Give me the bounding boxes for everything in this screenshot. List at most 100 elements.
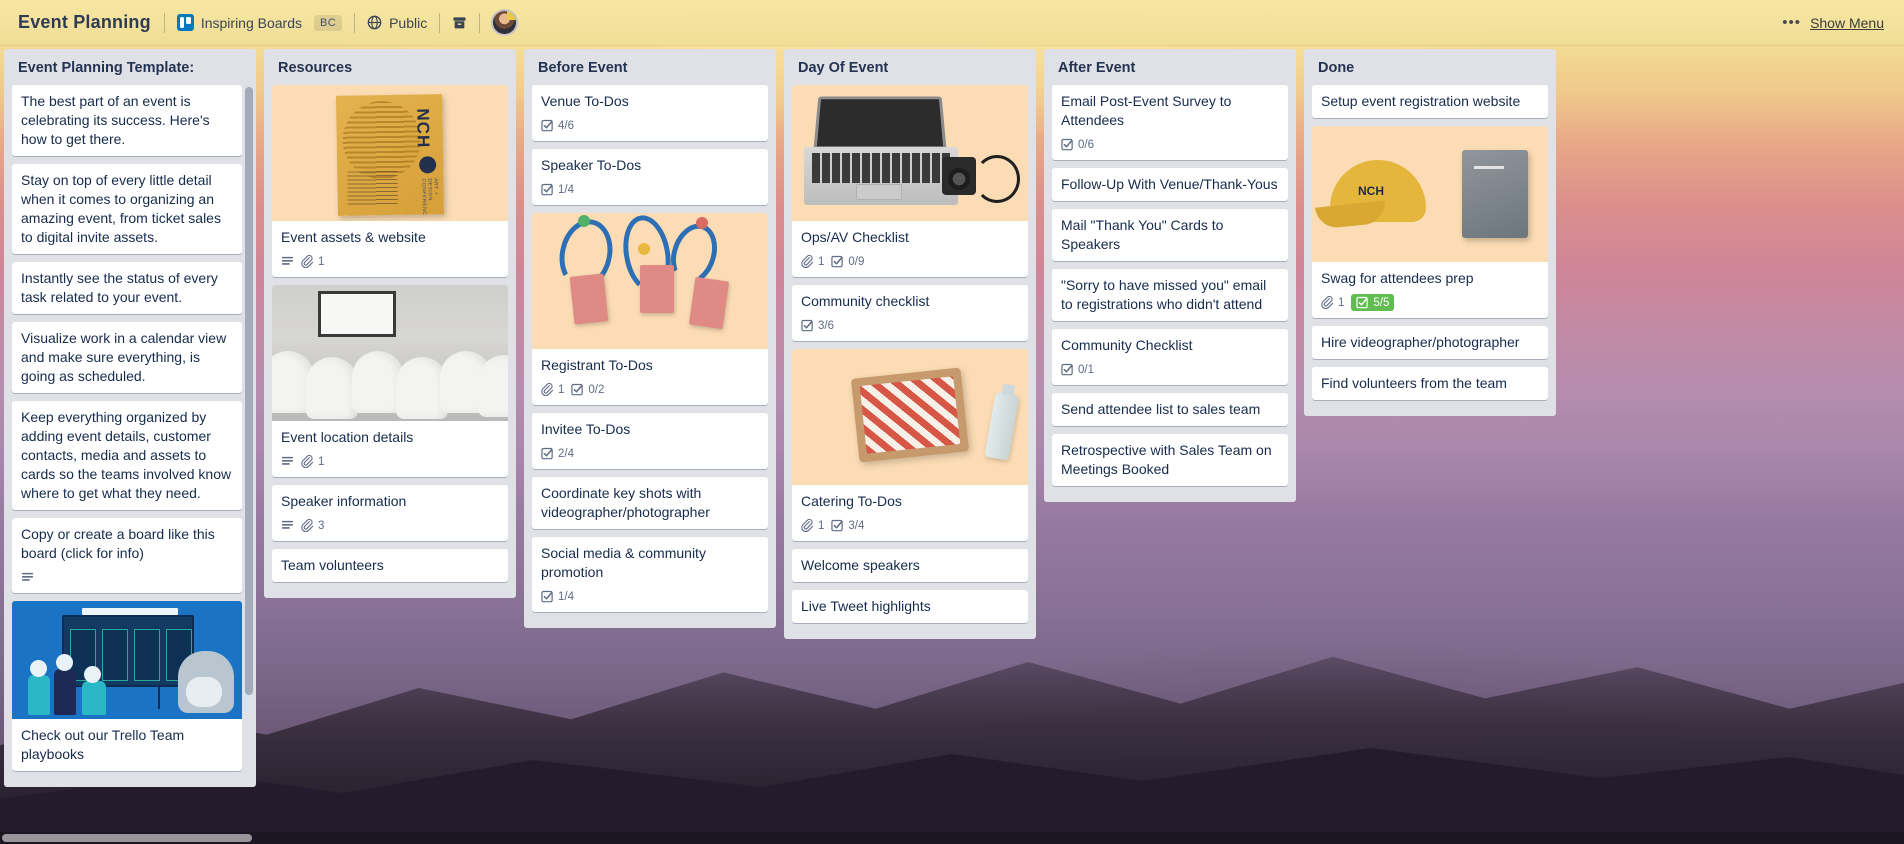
card[interactable]: Community checklist 3/6 xyxy=(792,285,1028,341)
card-badges: 3 xyxy=(281,517,499,534)
attachment-count: 1 xyxy=(318,455,325,468)
card[interactable]: Venue To-Dos 4/6 xyxy=(532,85,768,141)
card-list: Setup event registration website NCH Swag … xyxy=(1304,85,1556,416)
card-title: Retrospective with Sales Team on Meeting… xyxy=(1061,442,1272,477)
more-options-icon[interactable]: ••• xyxy=(1782,14,1801,31)
card[interactable]: Team volunteers xyxy=(272,549,508,582)
list-column: Resources NCH ART + DESIGN CONFERENCE Event… xyxy=(264,49,516,598)
header-right-group: ••• Show Menu xyxy=(1782,14,1890,31)
page-title[interactable]: Event Planning xyxy=(14,12,161,33)
checklist-icon xyxy=(831,519,844,532)
list-column: Done Setup event registration website NCH S… xyxy=(1304,49,1556,416)
card[interactable]: Keep everything organized by adding even… xyxy=(12,401,242,510)
card[interactable]: Event location details 1 xyxy=(272,285,508,477)
attachment-badge: 1 xyxy=(801,253,826,270)
card[interactable]: Check out our Trello Team playbooks xyxy=(12,601,242,771)
checklist-icon xyxy=(1061,363,1074,376)
show-menu-button[interactable]: Show Menu xyxy=(1810,15,1884,31)
checklist-icon xyxy=(571,383,584,396)
card[interactable]: NCH Swag for attendees prep 1 5/5 xyxy=(1312,126,1548,318)
card[interactable]: Instantly see the status of every task r… xyxy=(12,262,242,314)
checklist-badge: 1/4 xyxy=(541,181,576,198)
card[interactable]: Ops/AV Checklist 1 0/9 xyxy=(792,85,1028,277)
card-title: Community Checklist xyxy=(1061,337,1193,353)
card-title: Event location details xyxy=(281,429,414,445)
attachment-icon xyxy=(541,383,554,396)
card[interactable]: Registrant To-Dos 1 0/2 xyxy=(532,213,768,405)
team-button[interactable]: Inspiring Boards BC xyxy=(168,9,351,36)
card[interactable]: Catering To-Dos 1 3/4 xyxy=(792,349,1028,541)
card[interactable]: Community Checklist 0/1 xyxy=(1052,329,1288,385)
list-scrollbar[interactable] xyxy=(245,87,253,695)
visibility-button[interactable]: Public xyxy=(358,10,436,36)
card[interactable]: Mail "Thank You" Cards to Speakers xyxy=(1052,209,1288,261)
card-body: Check out our Trello Team playbooks xyxy=(12,719,242,771)
card-body: Event assets & website 1 xyxy=(272,221,508,277)
card[interactable]: NCH ART + DESIGN CONFERENCE Event assets &… xyxy=(272,85,508,277)
card[interactable]: Speaker information 3 xyxy=(272,485,508,541)
list-title[interactable]: Day Of Event xyxy=(784,49,1036,85)
card-body: "Sorry to have missed you" email to regi… xyxy=(1052,269,1288,321)
list-title[interactable]: Done xyxy=(1304,49,1556,85)
archive-button[interactable] xyxy=(443,11,476,35)
list-column: Event Planning Template: The best part of… xyxy=(4,49,256,787)
card[interactable]: Setup event registration website xyxy=(1312,85,1548,118)
card-body: Visualize work in a calendar view and ma… xyxy=(12,322,242,393)
card-body: Mail "Thank You" Cards to Speakers xyxy=(1052,209,1288,261)
card[interactable]: Invitee To-Dos 2/4 xyxy=(532,413,768,469)
card-badges: 4/6 xyxy=(541,117,759,134)
checklist-icon xyxy=(541,183,554,196)
card[interactable]: Retrospective with Sales Team on Meeting… xyxy=(1052,434,1288,486)
card[interactable]: Send attendee list to sales team xyxy=(1052,393,1288,426)
card-body: Send attendee list to sales team xyxy=(1052,393,1288,426)
card-cover-image xyxy=(272,285,508,421)
card-body: Coordinate key shots with videographer/p… xyxy=(532,477,768,529)
card-body: Ops/AV Checklist 1 0/9 xyxy=(792,221,1028,277)
card-title: "Sorry to have missed you" email to regi… xyxy=(1061,277,1267,312)
card[interactable]: Stay on top of every little detail when … xyxy=(12,164,242,254)
card-badges: 1/4 xyxy=(541,588,759,605)
card-body: Speaker To-Dos 1/4 xyxy=(532,149,768,205)
list-title[interactable]: Resources xyxy=(264,49,516,85)
card[interactable]: The best part of an event is celebrating… xyxy=(12,85,242,156)
card[interactable]: Welcome speakers xyxy=(792,549,1028,582)
list-column: Day Of Event Ops/AV Checklist 1 0/9 Communit… xyxy=(784,49,1036,639)
card[interactable]: Copy or create a board like this board (… xyxy=(12,518,242,593)
card-body: Instantly see the status of every task r… xyxy=(12,262,242,314)
card[interactable]: Live Tweet highlights xyxy=(792,590,1028,623)
card-body: Event location details 1 xyxy=(272,421,508,477)
card[interactable]: Email Post-Event Survey to Attendees 0/6 xyxy=(1052,85,1288,160)
card[interactable]: Find volunteers from the team xyxy=(1312,367,1548,400)
card[interactable]: Coordinate key shots with videographer/p… xyxy=(532,477,768,529)
card-body: Catering To-Dos 1 3/4 xyxy=(792,485,1028,541)
card[interactable]: Social media & community promotion 1/4 xyxy=(532,537,768,612)
attachment-badge: 1 xyxy=(1321,294,1346,311)
description-badge xyxy=(21,569,36,586)
horizontal-scrollbar[interactable] xyxy=(0,832,1904,844)
card-body: Team volunteers xyxy=(272,549,508,582)
list-title[interactable]: Before Event xyxy=(524,49,776,85)
checklist-badge: 1/4 xyxy=(541,588,576,605)
card-title: Find volunteers from the team xyxy=(1321,375,1507,391)
card[interactable]: Follow-Up With Venue/Thank-Yous xyxy=(1052,168,1288,201)
list-title[interactable]: After Event xyxy=(1044,49,1296,85)
card[interactable]: Hire videographer/photographer xyxy=(1312,326,1548,359)
card-cover-image xyxy=(792,85,1028,221)
card-body: Copy or create a board like this board (… xyxy=(12,518,242,593)
card[interactable]: Visualize work in a calendar view and ma… xyxy=(12,322,242,393)
checklist-count: 1/4 xyxy=(558,183,574,196)
card-title: Hire videographer/photographer xyxy=(1321,334,1520,350)
card-title: Speaker information xyxy=(281,493,407,509)
board-header: Event Planning Inspiring Boards BC Publi… xyxy=(0,0,1904,45)
card-badges: 3/6 xyxy=(801,317,1019,334)
card[interactable]: Speaker To-Dos 1/4 xyxy=(532,149,768,205)
horizontal-scrollbar-thumb[interactable] xyxy=(2,834,252,842)
card-title: Coordinate key shots with videographer/p… xyxy=(541,485,710,520)
checklist-count: 0/6 xyxy=(1078,138,1094,151)
list-title[interactable]: Event Planning Template: xyxy=(4,49,256,85)
card-title: Team volunteers xyxy=(281,557,384,573)
card[interactable]: "Sorry to have missed you" email to regi… xyxy=(1052,269,1288,321)
card-list: NCH ART + DESIGN CONFERENCE Event assets &… xyxy=(264,85,516,598)
team-name-label: Inspiring Boards xyxy=(200,14,302,31)
avatar[interactable] xyxy=(491,9,519,36)
